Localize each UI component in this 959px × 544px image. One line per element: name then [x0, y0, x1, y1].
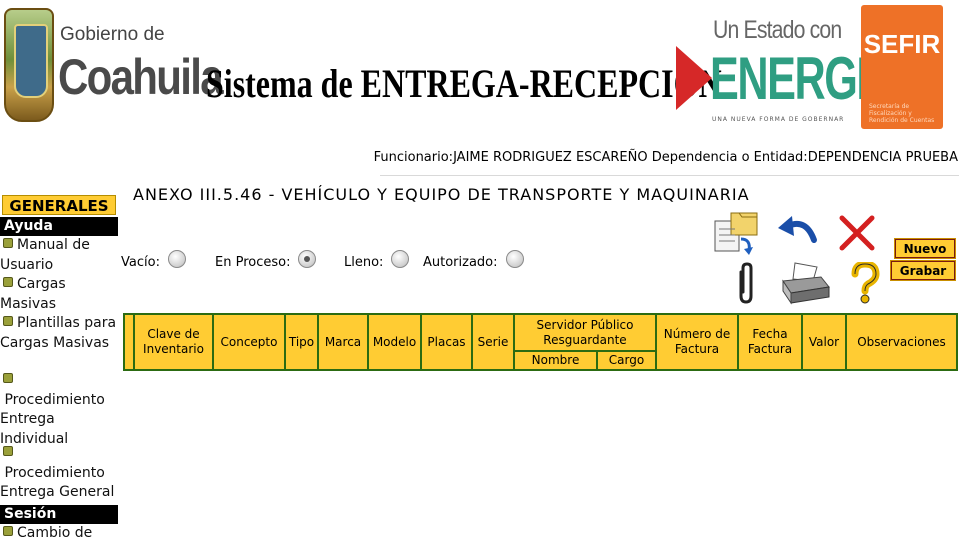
coahuila-seal-logo	[4, 8, 54, 122]
header-banner: Gobierno de Coahuila Sistema de ENTREGA-…	[0, 0, 959, 145]
sidebar-section-sesion: Sesión	[0, 505, 118, 524]
paperclip-icon[interactable]	[733, 262, 759, 310]
status-lleno-label: Lleno:	[344, 255, 384, 270]
bullet-icon	[3, 373, 13, 383]
status-en-proceso-label: En Proceso:	[215, 255, 291, 270]
bullet-icon	[3, 526, 13, 536]
file-transfer-icon[interactable]	[711, 209, 761, 261]
status-lleno-radio[interactable]	[391, 250, 410, 268]
gobierno-label: Gobierno de	[60, 24, 165, 45]
grabar-button[interactable]: Grabar	[890, 260, 956, 281]
header-valor: Valor	[803, 315, 845, 369]
estado-logo-line1: Un Estado con	[713, 16, 842, 44]
funcionario-label: Funcionario:	[373, 150, 454, 165]
sidebar-item-cargas-masivas[interactable]: Cargas Masivas	[0, 275, 120, 314]
status-lleno: Lleno:	[344, 250, 410, 270]
header-numero-factura: Número de Factura	[657, 315, 737, 369]
coahuila-label: Coahuila	[58, 49, 224, 105]
energia-arrow-icon	[676, 46, 712, 110]
sefir-logo: SEFIR Secretaría de Fiscalización y Rend…	[861, 5, 943, 129]
sidebar-section-ayuda: Ayuda	[0, 217, 118, 236]
bullet-icon	[3, 277, 13, 287]
header-clave-inventario: Clave de Inventario	[135, 315, 212, 369]
status-en-proceso-radio[interactable]	[298, 250, 317, 268]
header-modelo: Modelo	[369, 315, 420, 369]
status-en-proceso: En Proceso:	[215, 250, 317, 270]
sidebar-item-cambio[interactable]: Cambio de	[0, 524, 120, 544]
close-icon[interactable]	[838, 214, 876, 256]
dependencia-value: DEPENDENCIA PRUEBA	[807, 150, 958, 165]
header-tipo: Tipo	[286, 315, 317, 369]
printer-icon[interactable]	[781, 261, 831, 309]
header-marca: Marca	[319, 315, 367, 369]
page-title: ANEXO III.5.46 - VEHÍCULO Y EQUIPO DE TR…	[133, 185, 750, 204]
sidebar-section-generales[interactable]: GENERALES	[2, 195, 116, 215]
energia-tagline: UNA NUEVA FORMA DE GOBERNAR	[712, 116, 845, 123]
user-info-line: Funcionario:JAIME RODRIGUEZ ESCAREÑO Dep…	[374, 150, 958, 165]
header-placas: Placas	[422, 315, 471, 369]
sidebar-item-plantillas[interactable]: Plantillas para Cargas Masivas	[0, 314, 120, 353]
table-header-spacer	[125, 315, 133, 369]
sidebar-item-manual-usuario[interactable]: Manual de Usuario	[0, 236, 120, 275]
sidebar-item-procedimiento-general[interactable]: Procedimiento Entrega General	[0, 444, 120, 503]
sefir-logo-text: SEFIR	[863, 29, 941, 59]
funcionario-value: JAIME RODRIGUEZ ESCAREÑO	[453, 150, 648, 165]
status-autorizado-radio[interactable]	[505, 250, 524, 268]
status-vacio: Vacío:	[121, 250, 186, 270]
header-divider	[380, 175, 959, 176]
header-cargo: Cargo	[598, 352, 655, 369]
status-autorizado: Autorizado:	[423, 250, 524, 270]
help-icon[interactable]	[850, 260, 880, 308]
nuevo-button[interactable]: Nuevo	[894, 238, 956, 259]
sefir-logo-subtitle: Secretaría de Fiscalización y Rendición …	[869, 103, 935, 124]
bullet-icon	[3, 238, 13, 248]
status-autorizado-label: Autorizado:	[423, 255, 498, 270]
system-title: Sistema de ENTREGA-RECEPCIÓN	[206, 61, 722, 106]
status-vacio-radio[interactable]	[167, 250, 186, 268]
inventory-table: Clave de Inventario Concepto Tipo Marca …	[123, 313, 958, 371]
header-nombre: Nombre	[515, 352, 596, 369]
header-fecha-factura: Fecha Factura	[739, 315, 801, 369]
header-observaciones: Observaciones	[847, 315, 956, 369]
undo-icon[interactable]	[776, 214, 818, 250]
bullet-icon	[3, 446, 13, 456]
header-servidor-publico: Servidor Público Resguardante	[515, 315, 655, 350]
header-serie: Serie	[473, 315, 513, 369]
sidebar-item-procedimiento-individual[interactable]: Procedimiento Entrega Individual	[0, 371, 120, 449]
header-concepto: Concepto	[214, 315, 284, 369]
bullet-icon	[3, 316, 13, 326]
dependencia-label: Dependencia o Entidad:	[647, 150, 808, 165]
status-vacio-label: Vacío:	[121, 255, 160, 270]
